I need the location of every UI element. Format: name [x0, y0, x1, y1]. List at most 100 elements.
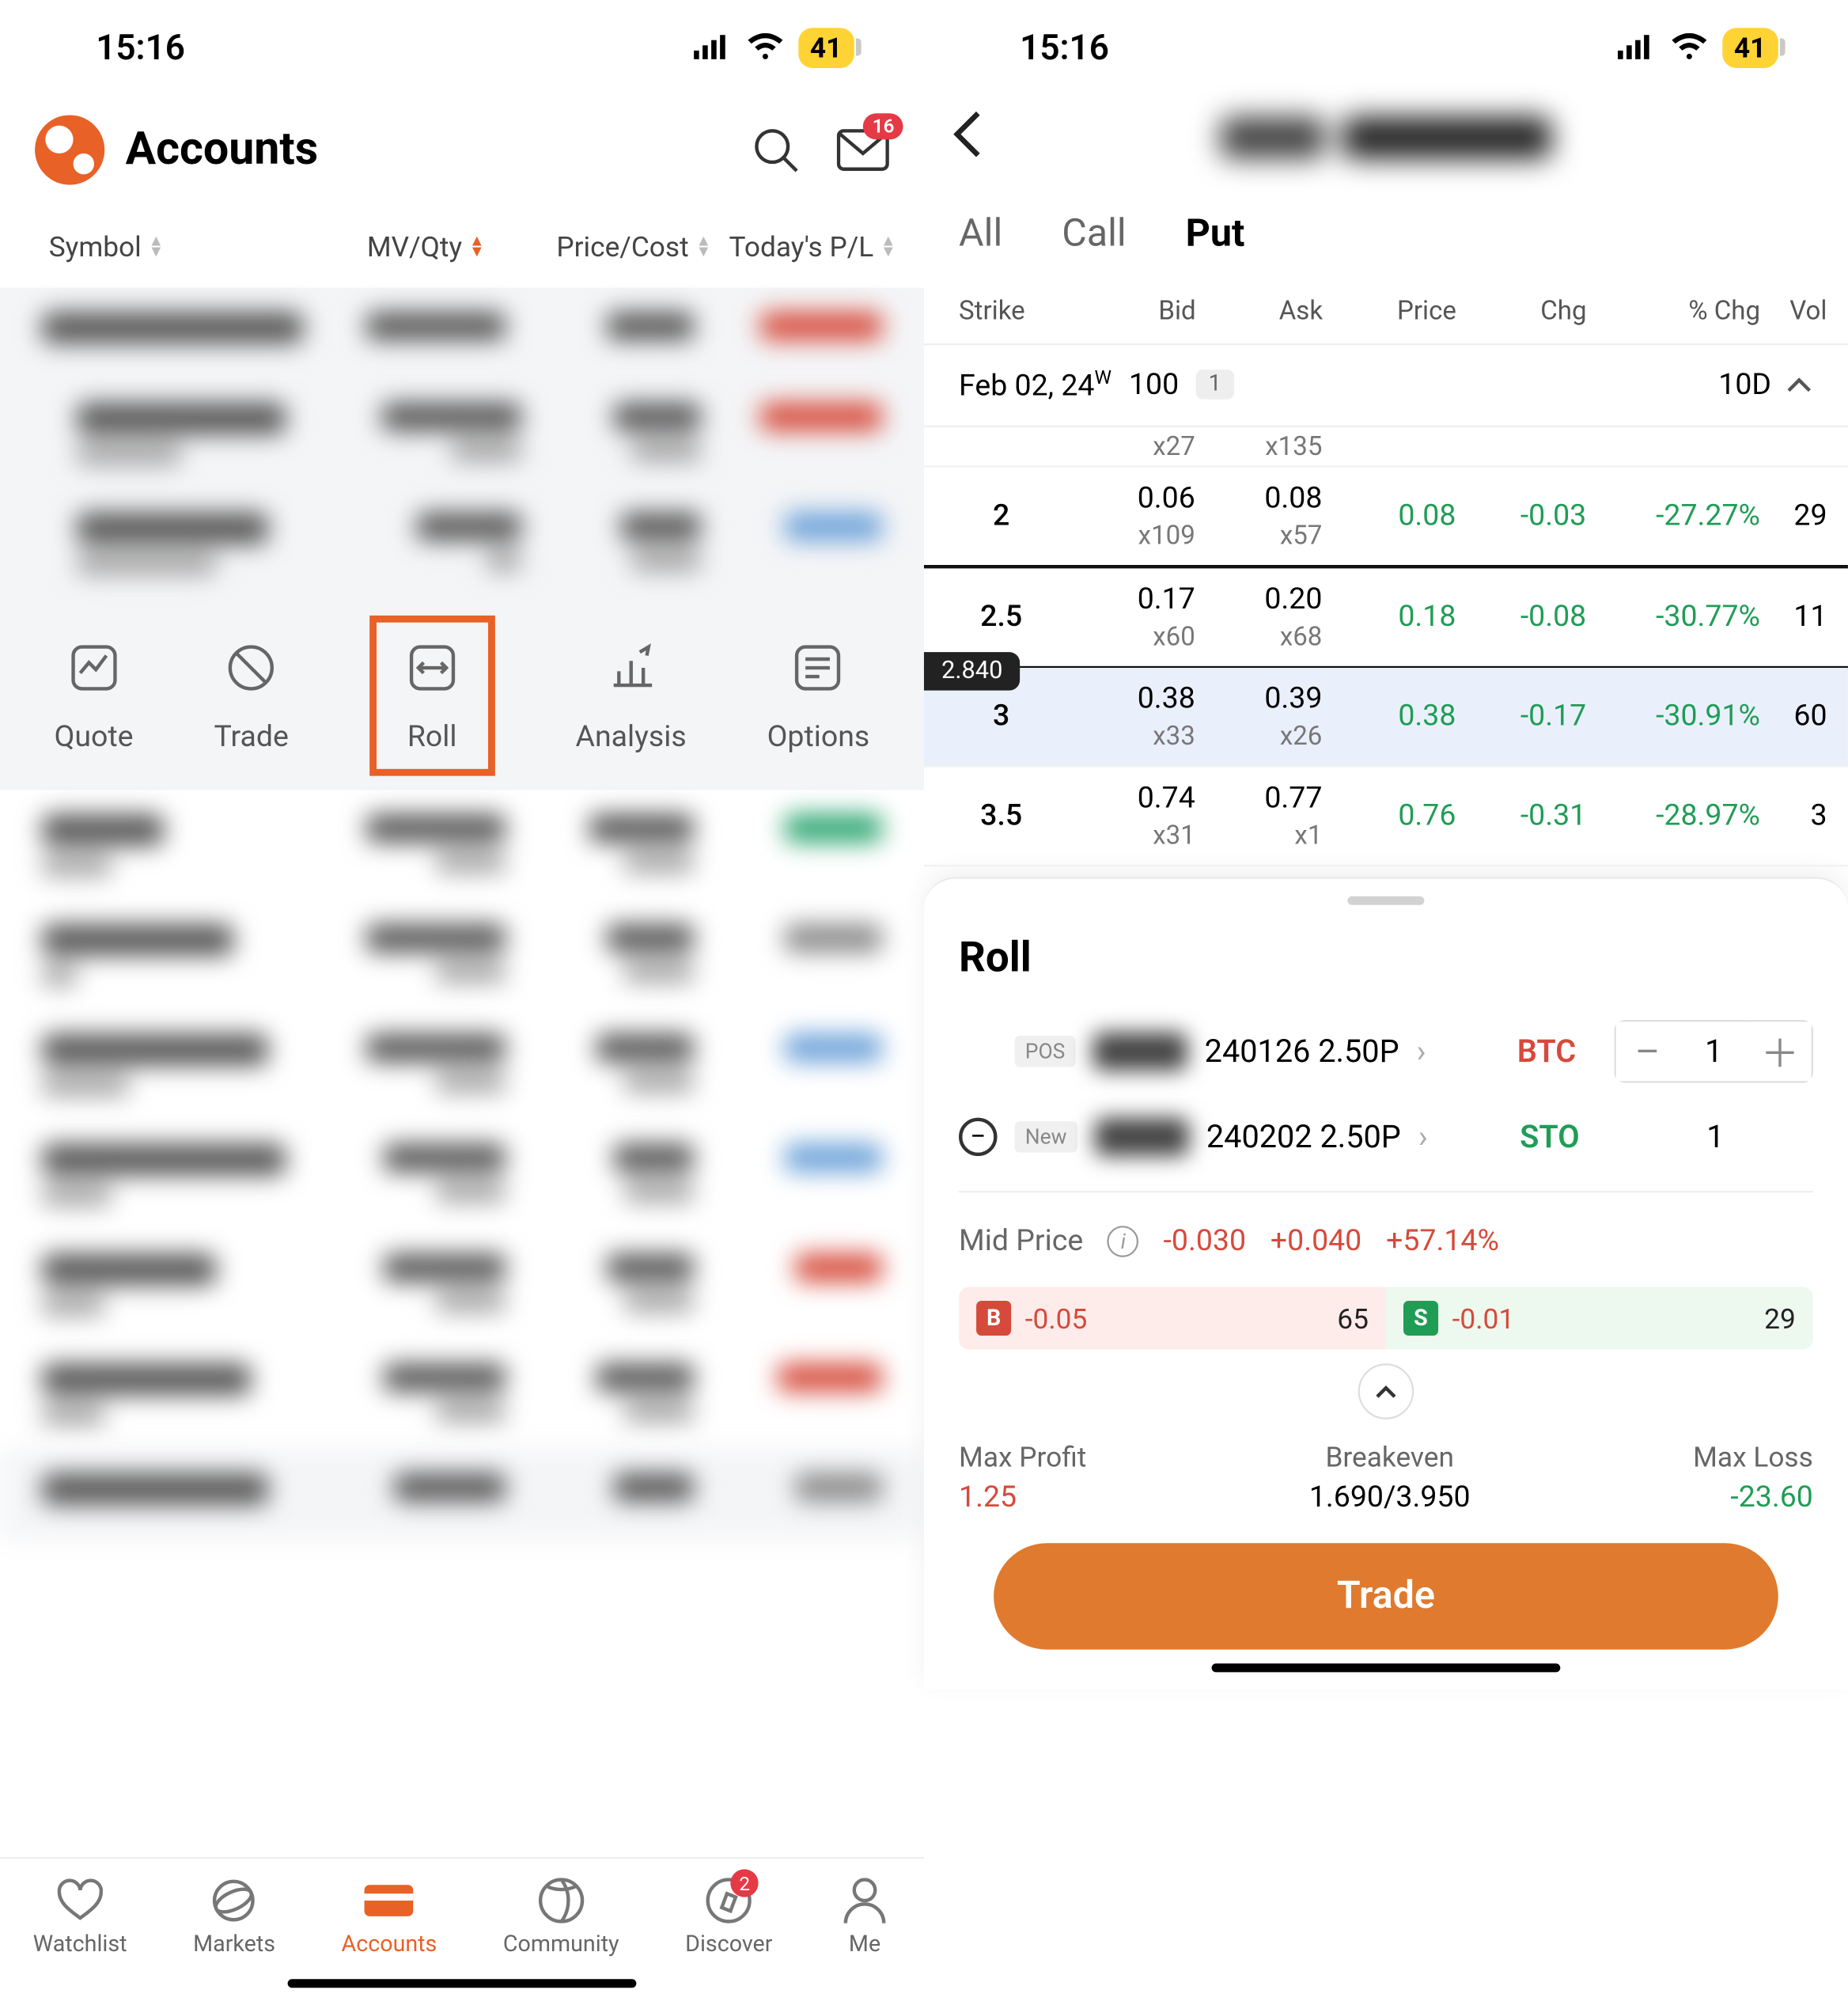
option-type-tabs: All Call Put	[924, 181, 1848, 281]
sheet-title: Roll	[924, 923, 1848, 1003]
sell-qty: 29	[1764, 1302, 1796, 1336]
info-icon[interactable]: i	[1108, 1226, 1139, 1258]
holding-row[interactable]	[0, 1010, 924, 1120]
cell-ask: 0.08x57	[1195, 482, 1323, 551]
cell-bid: 0.38x33	[1068, 683, 1195, 752]
leg-row-new[interactable]: − New 240202 2.50P › STO 1	[924, 1101, 1848, 1174]
app-header: Accounts 16	[0, 94, 924, 213]
roll-sheet: Roll POS 240126 2.50P › BTC − 1 ＋ − New …	[924, 877, 1848, 1690]
leg-symbol-blur	[1095, 1118, 1189, 1156]
chain-row[interactable]: 20.06x1090.08x570.08-0.03-27.27%29	[924, 468, 1848, 567]
header-ask[interactable]: Ask	[1196, 294, 1323, 326]
position-row[interactable]	[0, 378, 924, 488]
buy-qty: 65	[1337, 1302, 1369, 1336]
qty-value: 1	[1618, 1120, 1813, 1156]
action-analysis[interactable]: Analysis	[576, 633, 687, 759]
accounts-screen: 15:16 41 Accounts 16 Symbol▲▼	[0, 0, 924, 2005]
chain-header: Strike Bid Ask Price Chg % Chg Vol	[924, 281, 1848, 346]
header-strike[interactable]: Strike	[959, 294, 1069, 326]
header-bid[interactable]: Bid	[1069, 294, 1195, 326]
header-price[interactable]: Price	[1323, 294, 1456, 326]
column-todays-pl[interactable]: Today's P/L▲▼	[711, 230, 896, 263]
leg-row-pos[interactable]: POS 240126 2.50P › BTC − 1 ＋	[924, 1003, 1848, 1101]
cell-vol: 3	[1760, 799, 1827, 834]
qty-stepper[interactable]: − 1 ＋	[1615, 1021, 1813, 1083]
expiry-date: Feb 02, 24W	[959, 366, 1111, 404]
discover-badge: 2	[731, 1869, 759, 1897]
position-row[interactable]	[0, 488, 924, 598]
holding-row[interactable]	[0, 1230, 924, 1340]
chain-row-peek: x27 x135	[924, 426, 1848, 468]
wifi-icon	[745, 33, 783, 61]
cell-ask: 0.77x1	[1195, 782, 1323, 851]
position-actions: Quote Trade Roll Analysis Options	[0, 598, 924, 790]
qty-minus[interactable]: −	[1616, 1022, 1679, 1082]
expiry-row[interactable]: Feb 02, 24W 100 1 10D	[924, 345, 1848, 426]
header-chg[interactable]: Chg	[1456, 294, 1587, 326]
status-time: 15:16	[1020, 26, 1109, 68]
inbox-icon[interactable]: 16	[837, 123, 889, 176]
option-chain-screen: 15:16 41 All Call Put Strike Bid Ask Pri…	[924, 0, 1848, 2005]
cell-vol: 29	[1760, 499, 1827, 534]
column-symbol[interactable]: Symbol▲▼	[49, 230, 258, 263]
chain-row[interactable]: 3.50.74x310.77x10.76-0.31-28.97%3	[924, 768, 1848, 868]
tab-put[interactable]: Put	[1186, 213, 1245, 256]
expand-button[interactable]	[1358, 1364, 1414, 1420]
breakeven-value: 1.690/3.950	[1309, 1481, 1471, 1516]
holding-row[interactable]	[0, 1449, 924, 1540]
tab-accounts[interactable]: Accounts	[342, 1876, 437, 1958]
positions-group: Quote Trade Roll Analysis Options	[0, 288, 924, 790]
chain-row[interactable]: 2.50.17x600.20x680.18-0.08-30.77%112.840	[924, 566, 1848, 670]
sell-side[interactable]: S -0.01 29	[1386, 1287, 1813, 1350]
buy-side[interactable]: B -0.05 65	[959, 1287, 1386, 1350]
action-roll[interactable]: Roll	[369, 616, 495, 776]
trade-button[interactable]: Trade	[994, 1544, 1778, 1650]
tab-watchlist[interactable]: Watchlist	[33, 1876, 127, 1958]
position-row[interactable]	[0, 288, 924, 379]
header-pct-chg[interactable]: % Chg	[1587, 294, 1760, 326]
tab-all[interactable]: All	[959, 213, 1002, 256]
cell-strike: 2	[934, 499, 1068, 534]
battery-indicator: 41	[798, 27, 854, 67]
qty-plus[interactable]: ＋	[1748, 1022, 1811, 1082]
buy-badge-icon: B	[976, 1302, 1011, 1336]
column-mv-qty[interactable]: MV/Qty▲▼	[258, 230, 484, 263]
home-indicator	[1212, 1664, 1561, 1673]
holding-row[interactable]	[0, 900, 924, 1010]
max-profit-label: Max Profit	[959, 1441, 1086, 1474]
column-price-cost[interactable]: Price/Cost▲▼	[485, 230, 711, 263]
tab-discover[interactable]: 2Discover	[685, 1876, 772, 1958]
action-quote[interactable]: Quote	[55, 633, 134, 759]
expiry-multiplier: 100	[1129, 368, 1179, 403]
side-sto: STO	[1520, 1120, 1579, 1156]
underlying-price-bubble: 2.840	[924, 653, 1021, 691]
page-title: Accounts	[126, 123, 319, 176]
remove-leg-icon[interactable]: −	[959, 1118, 997, 1156]
search-icon[interactable]	[750, 123, 802, 176]
breakeven-label: Breakeven	[1325, 1441, 1453, 1474]
back-button[interactable]	[952, 110, 983, 166]
chevron-right-icon: ›	[1417, 1034, 1426, 1071]
cell-vol: 60	[1760, 700, 1827, 735]
leg1-contract: 240126 2.50P	[1205, 1034, 1399, 1071]
summary-row: Max Profit1.25 Breakeven1.690/3.950 Max …	[924, 1427, 1848, 1520]
cellular-icon	[1617, 35, 1655, 59]
chevron-up-icon	[1786, 368, 1813, 403]
inbox-badge: 16	[864, 113, 903, 139]
action-trade[interactable]: Trade	[214, 633, 289, 759]
header-vol[interactable]: Vol	[1760, 294, 1827, 326]
holding-row[interactable]	[0, 790, 924, 900]
action-options[interactable]: Options	[767, 633, 870, 759]
chain-row[interactable]: 30.38x330.39x260.38-0.17-30.91%60	[924, 669, 1848, 768]
cell-bid: 0.06x109	[1068, 482, 1195, 551]
tab-me[interactable]: Me	[839, 1876, 891, 1958]
tab-call[interactable]: Call	[1062, 213, 1127, 256]
max-profit-value: 1.25	[959, 1481, 1017, 1516]
holding-row[interactable]	[0, 1339, 924, 1449]
cell-price: 0.08	[1322, 499, 1456, 534]
holding-row[interactable]	[0, 1120, 924, 1230]
sheet-grabber[interactable]	[1347, 897, 1424, 906]
tab-community[interactable]: Community	[503, 1876, 619, 1958]
cell-strike: 3.5	[934, 799, 1068, 834]
tab-markets[interactable]: Markets	[193, 1876, 275, 1958]
